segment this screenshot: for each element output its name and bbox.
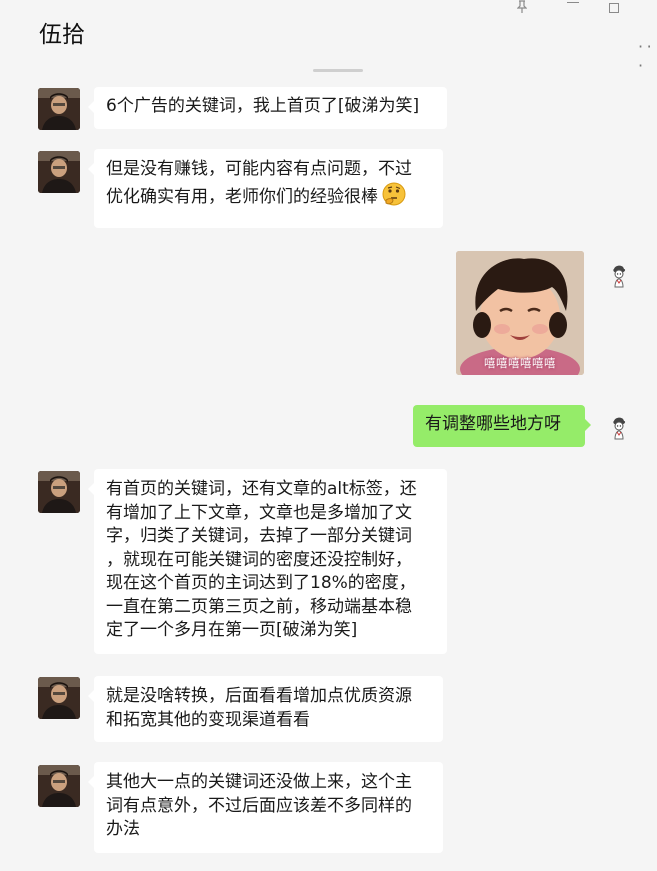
message-text: 有首页的关键词，还有文章的alt标签，还: [106, 479, 417, 499]
message-text: 一直在第二页第三页之前，移动端基本稳: [106, 596, 412, 617]
message-text: 和拓宽其他的变现渠道看看: [106, 709, 310, 730]
message-text: 优化确实有用，老师你们的经验很棒: [106, 182, 431, 214]
message-text: 定了一个多月在第一页[破涕为笑]: [106, 620, 358, 640]
message-text: 词有点意外，不过后面应该差不多同样的: [106, 795, 412, 816]
message-text: 但是没有赚钱，可能内容有点问题，不过: [106, 159, 412, 179]
title-bar: 伍拾 · · ·: [0, 0, 657, 75]
contact-avatar[interactable]: [38, 151, 80, 193]
contact-avatar[interactable]: [38, 88, 80, 130]
message-text: ，就现在可能关键词的密度还没控制好，: [106, 549, 412, 570]
pin-icon[interactable]: [516, 0, 528, 17]
scroll-handle[interactable]: [313, 69, 363, 72]
message-bubble[interactable]: 其他大一点的关键词还没做上来，这个主 词有点意外，不过后面应该差不多同样的 办法: [88, 762, 443, 853]
contact-avatar[interactable]: [38, 471, 80, 513]
message-text: 6个广告的关键词，我上首页了[破涕为笑]: [106, 96, 420, 116]
message-text: 有调整哪些地方呀: [425, 414, 561, 434]
message-bubble[interactable]: 就是没啥转换，后面看看增加点优质资源 和拓宽其他的变现渠道看看: [88, 676, 443, 742]
minimize-button[interactable]: [567, 2, 579, 3]
sticker-caption: 嘻嘻嘻嘻嘻嘻: [484, 356, 556, 370]
more-icon[interactable]: · · ·: [638, 37, 657, 75]
maximize-button[interactable]: [609, 3, 619, 13]
message-bubble[interactable]: 但是没有赚钱，可能内容有点问题，不过 优化确实有用，老师你们的经验很棒: [88, 149, 443, 228]
contact-avatar[interactable]: [38, 677, 80, 719]
message-text: 字，归类了关键词，去掉了一部分关键词: [106, 526, 412, 546]
message-bubble-outgoing[interactable]: 有调整哪些地方呀: [413, 405, 591, 447]
chat-title: 伍拾: [39, 22, 85, 48]
message-text: 有增加了上下文章，文章也是多增加了文: [106, 502, 412, 523]
message-bubble[interactable]: 6个广告的关键词，我上首页了[破涕为笑]: [88, 87, 447, 129]
message-text: 其他大一点的关键词还没做上来，这个主: [106, 772, 412, 792]
self-avatar[interactable]: [606, 414, 632, 440]
message-bubble[interactable]: 有首页的关键词，还有文章的alt标签，还 有增加了上下文章，文章也是多增加了文 …: [88, 469, 447, 654]
thinking-face-emoji: [382, 182, 406, 214]
message-text: 办法: [106, 819, 140, 839]
self-avatar[interactable]: [606, 262, 632, 288]
message-text: 就是没啥转换，后面看看增加点优质资源: [106, 686, 412, 706]
message-text: 现在这个首页的主词达到了18%的密度，: [106, 573, 416, 593]
sticker-image[interactable]: 嘻嘻嘻嘻嘻嘻: [456, 251, 584, 375]
contact-avatar[interactable]: [38, 765, 80, 807]
